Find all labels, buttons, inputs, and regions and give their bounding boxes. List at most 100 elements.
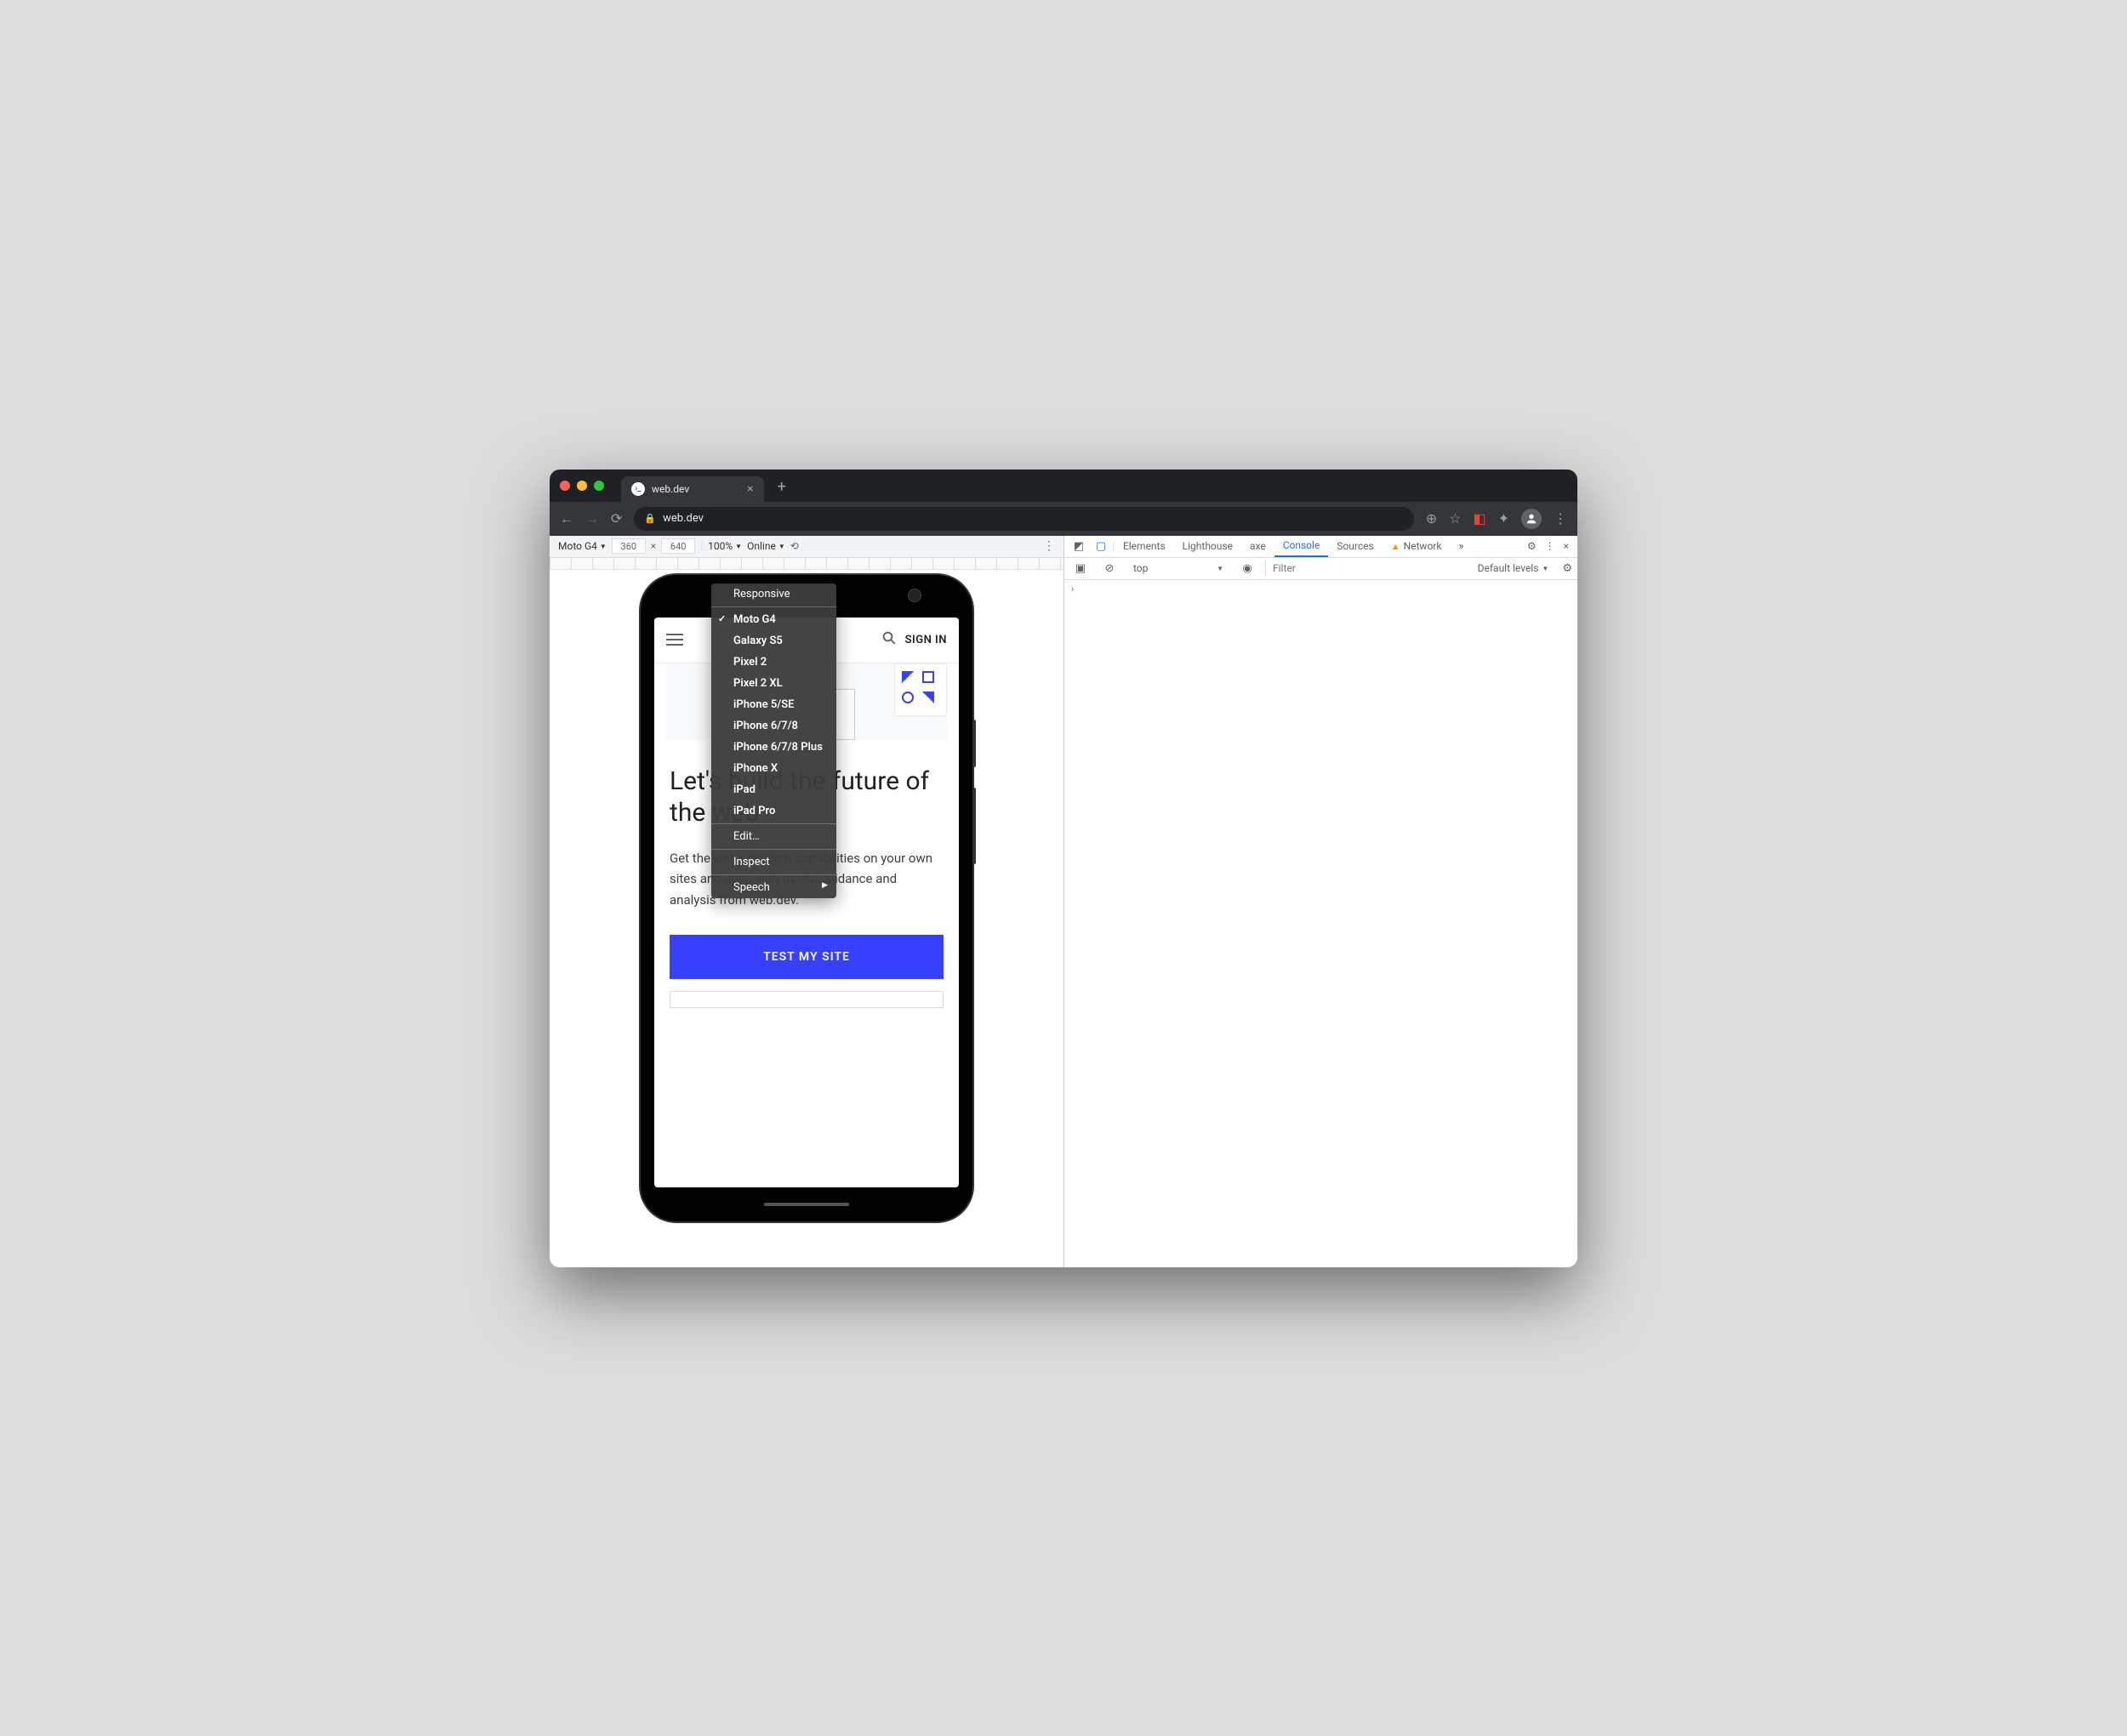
menu-item-device[interactable]: iPhone 5/SE xyxy=(711,694,836,715)
tab-sources[interactable]: Sources xyxy=(1328,536,1382,557)
browser-tab[interactable]: ›_ web.dev × xyxy=(621,476,764,502)
more-tabs-icon[interactable]: » xyxy=(1450,540,1472,553)
square-icon xyxy=(922,671,934,683)
device-mode-pane: Moto G4 ▼ × | 100% ▼ Online ▼ ⟲ ⋮ xyxy=(550,536,1064,1267)
chevron-down-icon: ▼ xyxy=(778,543,785,550)
toolbar-right: ⊕ ☆ ◧ ✦ ⋮ xyxy=(1426,509,1567,529)
menu-item-speech[interactable]: Speech xyxy=(711,877,836,898)
browser-toolbar: ← → ⟳ 🔒 web.dev ⊕ ☆ ◧ ✦ ⋮ xyxy=(550,502,1577,536)
inspect-element-icon[interactable]: ◩ xyxy=(1068,540,1090,553)
phone-side-button xyxy=(973,720,976,767)
tab-elements[interactable]: Elements xyxy=(1115,536,1174,557)
hamburger-menu-icon[interactable] xyxy=(666,634,683,646)
device-dropdown-menu: Responsive Moto G4 Galaxy S5 Pixel 2 Pix… xyxy=(711,583,836,898)
test-my-site-button[interactable]: TEST MY SITE xyxy=(670,935,944,979)
console-prompt: › xyxy=(1071,583,1074,595)
bookmark-star-icon[interactable]: ☆ xyxy=(1449,510,1461,526)
minimize-window-button[interactable] xyxy=(577,481,587,491)
devtools-panel: ◩ ▢ | Elements Lighthouse axe Console So… xyxy=(1064,536,1577,1267)
console-toolbar: ▣ ⊘ top▼ ◉ Default levels ▼ ⚙ xyxy=(1064,558,1577,580)
context-selector[interactable]: top▼ xyxy=(1127,561,1229,575)
profile-avatar-icon[interactable] xyxy=(1521,509,1542,529)
clear-console-icon[interactable]: ⊘ xyxy=(1098,562,1121,575)
menu-item-responsive[interactable]: Responsive xyxy=(711,583,836,605)
settings-gear-icon[interactable]: ⚙ xyxy=(1527,540,1537,552)
throttle-selector[interactable]: Online ▼ xyxy=(747,540,785,552)
menu-item-device[interactable]: iPhone 6/7/8 xyxy=(711,715,836,737)
menu-item-device[interactable]: Pixel 2 XL xyxy=(711,673,836,694)
menu-item-device[interactable]: Galaxy S5 xyxy=(711,630,836,652)
menu-item-edit[interactable]: Edit… xyxy=(711,826,836,847)
menu-item-inspect[interactable]: Inspect xyxy=(711,851,836,873)
toggle-device-icon[interactable]: ▢ xyxy=(1090,540,1112,553)
url-text: web.dev xyxy=(663,512,704,525)
chevron-down-icon: ▼ xyxy=(735,543,742,550)
height-input[interactable] xyxy=(661,538,695,554)
reload-button[interactable]: ⟳ xyxy=(611,510,622,526)
phone-home-bar xyxy=(764,1203,849,1206)
shapes-card xyxy=(894,663,947,716)
content-area: Moto G4 ▼ × | 100% ▼ Online ▼ ⟲ ⋮ xyxy=(550,536,1577,1267)
tab-axe[interactable]: axe xyxy=(1241,536,1274,557)
back-button[interactable]: ← xyxy=(560,510,573,527)
window-controls xyxy=(560,481,604,491)
console-filter-input[interactable] xyxy=(1265,561,1412,576)
tab-console[interactable]: Console xyxy=(1274,536,1329,557)
width-input[interactable] xyxy=(612,538,646,554)
zoom-selector[interactable]: 100% ▼ xyxy=(708,540,742,552)
tab-favicon-icon: ›_ xyxy=(631,482,645,496)
browser-menu-icon[interactable]: ⋮ xyxy=(1554,510,1567,526)
phone-camera xyxy=(908,589,921,602)
devtools-menu-icon[interactable]: ⋮ xyxy=(1545,540,1555,552)
menu-separator xyxy=(711,606,836,607)
forward-button[interactable]: → xyxy=(585,510,599,527)
menu-item-device[interactable]: iPhone 6/7/8 Plus xyxy=(711,737,836,758)
close-window-button[interactable] xyxy=(560,481,570,491)
secondary-card xyxy=(670,991,944,1008)
chevron-down-icon: ▼ xyxy=(600,543,607,550)
tab-title: web.dev xyxy=(652,483,689,495)
device-toolbar-menu-icon[interactable]: ⋮ xyxy=(1043,539,1055,553)
menu-item-device[interactable]: Moto G4 xyxy=(711,609,836,630)
tab-network[interactable]: ▲Network xyxy=(1383,536,1451,557)
ruler xyxy=(550,558,1064,570)
address-bar[interactable]: 🔒 web.dev xyxy=(634,507,1413,531)
extension-icon[interactable]: ◧ xyxy=(1473,510,1485,526)
extensions-puzzle-icon[interactable]: ✦ xyxy=(1498,510,1509,526)
menu-item-device[interactable]: iPad xyxy=(711,779,836,800)
menu-item-device[interactable]: iPhone X xyxy=(711,758,836,779)
console-sidebar-icon[interactable]: ▣ xyxy=(1069,562,1092,575)
new-tab-button[interactable]: + xyxy=(778,478,786,496)
menu-separator xyxy=(711,874,836,875)
sign-in-area: SIGN IN xyxy=(881,630,947,650)
device-toolbar: Moto G4 ▼ × | 100% ▼ Online ▼ ⟲ ⋮ xyxy=(550,536,1064,558)
chevron-down-icon: ▼ xyxy=(1542,565,1548,572)
browser-window: ›_ web.dev × + ← → ⟳ 🔒 web.dev ⊕ ☆ ◧ ✦ ⋮… xyxy=(550,470,1577,1267)
menu-separator xyxy=(711,823,836,824)
titlebar: ›_ web.dev × + xyxy=(550,470,1577,502)
menu-separator xyxy=(711,849,836,850)
console-body[interactable]: › xyxy=(1064,580,1577,1267)
lock-icon: 🔒 xyxy=(644,513,656,524)
add-bookmark-icon[interactable]: ⊕ xyxy=(1426,510,1437,526)
device-selector[interactable]: Moto G4 ▼ xyxy=(558,540,607,552)
maximize-window-button[interactable] xyxy=(594,481,604,491)
rotate-icon[interactable]: ⟲ xyxy=(790,540,799,552)
tab-lighthouse[interactable]: Lighthouse xyxy=(1174,536,1241,557)
log-levels-selector[interactable]: Default levels ▼ xyxy=(1478,562,1549,574)
menu-item-device[interactable]: Pixel 2 xyxy=(711,652,836,673)
close-devtools-icon[interactable]: × xyxy=(1564,540,1569,552)
devtools-tabs: ◩ ▢ | Elements Lighthouse axe Console So… xyxy=(1064,536,1577,558)
sign-in-button[interactable]: SIGN IN xyxy=(905,634,947,646)
circle-icon xyxy=(902,692,914,703)
close-tab-icon[interactable]: × xyxy=(747,482,753,496)
live-expression-icon[interactable]: ◉ xyxy=(1236,562,1258,575)
dimension-separator: × xyxy=(651,540,656,552)
warning-icon: ▲ xyxy=(1391,541,1400,552)
triangle-icon xyxy=(902,671,914,683)
menu-item-device[interactable]: iPad Pro xyxy=(711,800,836,822)
search-icon[interactable] xyxy=(881,630,897,650)
triangle-icon xyxy=(922,692,934,703)
chevron-down-icon: ▼ xyxy=(1217,565,1223,572)
console-settings-icon[interactable]: ⚙ xyxy=(1562,562,1572,575)
